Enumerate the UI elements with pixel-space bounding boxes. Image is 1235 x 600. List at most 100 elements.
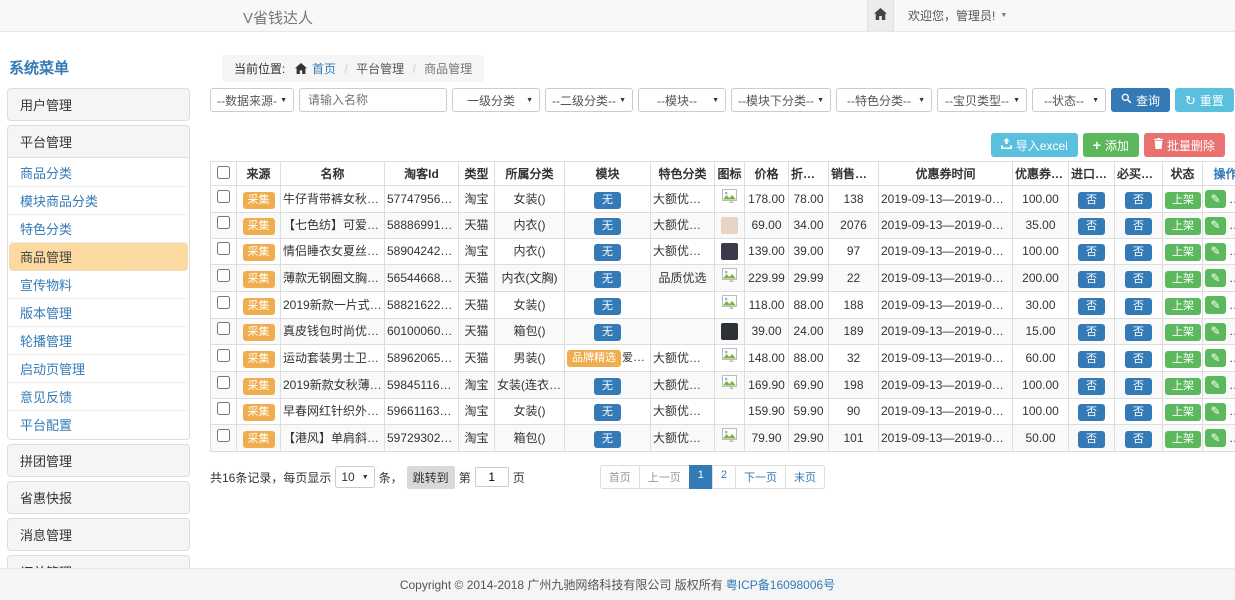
status-toggle[interactable]: 上架	[1165, 218, 1201, 235]
sidebar-item[interactable]: 宣传物料	[9, 271, 188, 299]
sidebar-menu-heading[interactable]: 平台管理	[7, 125, 190, 158]
must-buy-toggle[interactable]: 否	[1125, 192, 1152, 209]
name-search-input[interactable]	[299, 88, 447, 112]
row-checkbox[interactable]	[217, 402, 230, 415]
status-toggle[interactable]: 上架	[1165, 244, 1201, 261]
page-button[interactable]: 2	[712, 465, 736, 489]
sidebar-item[interactable]: 版本管理	[9, 299, 188, 327]
row-checkbox[interactable]	[217, 376, 230, 389]
module-badge[interactable]: 无	[594, 298, 621, 315]
import-select-toggle[interactable]: 否	[1078, 431, 1105, 448]
page-button[interactable]: 1	[689, 465, 713, 489]
per-page-select[interactable]: 10 ▼	[335, 466, 374, 488]
import-excel-button[interactable]: 导入excel	[991, 133, 1078, 157]
edit-button[interactable]: ✎	[1205, 323, 1226, 341]
filter-select-4[interactable]: --模块下分类--▼	[731, 88, 831, 112]
edit-button[interactable]: ✎	[1205, 296, 1226, 314]
icp-link[interactable]: 粤ICP备16098006号	[726, 576, 835, 593]
row-checkbox[interactable]	[217, 322, 230, 335]
must-buy-toggle[interactable]: 否	[1125, 431, 1152, 448]
import-select-toggle[interactable]: 否	[1078, 218, 1105, 235]
must-buy-toggle[interactable]: 否	[1125, 324, 1152, 341]
edit-button[interactable]: ✎	[1205, 349, 1226, 367]
row-checkbox[interactable]	[217, 269, 230, 282]
sidebar-item[interactable]: 启动页管理	[9, 355, 188, 383]
module-badge[interactable]: 无	[594, 431, 621, 448]
import-select-toggle[interactable]: 否	[1078, 404, 1105, 421]
must-buy-toggle[interactable]: 否	[1125, 404, 1152, 421]
import-select-toggle[interactable]: 否	[1078, 298, 1105, 315]
module-badge[interactable]: 无	[594, 244, 621, 261]
must-buy-toggle[interactable]: 否	[1125, 244, 1152, 261]
row-checkbox[interactable]	[217, 296, 230, 309]
sidebar-item[interactable]: 特色分类	[9, 215, 188, 243]
edit-button[interactable]: ✎	[1205, 243, 1226, 261]
row-checkbox[interactable]	[217, 242, 230, 255]
breadcrumb-home-link[interactable]: 首页	[312, 62, 336, 76]
edit-button[interactable]: ✎	[1205, 217, 1226, 235]
reset-button[interactable]: ↻ 重置	[1175, 88, 1234, 112]
module-badge[interactable]: 无	[594, 192, 621, 209]
page-button[interactable]: 上一页	[639, 465, 690, 489]
status-toggle[interactable]: 上架	[1165, 192, 1201, 209]
import-select-toggle[interactable]: 否	[1078, 324, 1105, 341]
edit-button[interactable]: ✎	[1205, 429, 1226, 447]
batch-delete-button[interactable]: 批量删除	[1144, 133, 1225, 157]
sidebar-item[interactable]: 商品分类	[9, 159, 188, 187]
must-buy-toggle[interactable]: 否	[1125, 351, 1152, 368]
filter-select-5[interactable]: --特色分类--▼	[836, 88, 932, 112]
filter-select-2[interactable]: --二级分类--▼	[545, 88, 633, 112]
module-badge[interactable]: 无	[594, 404, 621, 421]
sidebar-menu-heading[interactable]: 拼团管理	[7, 444, 190, 477]
sidebar-item[interactable]: 模块商品分类	[9, 187, 188, 215]
user-menu[interactable]: 欢迎您，管理员! ▼	[908, 7, 1007, 24]
sidebar-menu-heading[interactable]: 省惠快报	[7, 481, 190, 514]
import-select-toggle[interactable]: 否	[1078, 378, 1105, 395]
module-badge[interactable]: 无	[594, 271, 621, 288]
filter-select-1[interactable]: 一级分类▼	[452, 88, 540, 112]
row-checkbox[interactable]	[217, 429, 230, 442]
import-select-toggle[interactable]: 否	[1078, 244, 1105, 261]
module-badge[interactable]: 无	[594, 324, 621, 341]
must-buy-toggle[interactable]: 否	[1125, 218, 1152, 235]
edit-button[interactable]: ✎	[1205, 376, 1226, 394]
jump-page-input[interactable]	[475, 467, 509, 487]
module-badge[interactable]: 无	[594, 378, 621, 395]
page-button[interactable]: 下一页	[735, 465, 786, 489]
module-badge[interactable]: 无	[594, 218, 621, 235]
sidebar-item[interactable]: 平台配置	[9, 411, 188, 438]
must-buy-toggle[interactable]: 否	[1125, 378, 1152, 395]
status-toggle[interactable]: 上架	[1165, 431, 1201, 448]
import-select-toggle[interactable]: 否	[1078, 192, 1105, 209]
jump-button[interactable]: 跳转到	[407, 466, 455, 489]
home-button[interactable]	[867, 0, 894, 31]
must-buy-toggle[interactable]: 否	[1125, 271, 1152, 288]
edit-button[interactable]: ✎	[1205, 269, 1226, 287]
edit-button[interactable]: ✎	[1205, 403, 1226, 421]
sidebar-menu-heading[interactable]: 消息管理	[7, 518, 190, 551]
sidebar-item[interactable]: 轮播管理	[9, 327, 188, 355]
edit-button[interactable]: ✎	[1205, 190, 1226, 208]
row-checkbox[interactable]	[217, 349, 230, 362]
status-toggle[interactable]: 上架	[1165, 351, 1201, 368]
page-button[interactable]: 首页	[600, 465, 640, 489]
add-button[interactable]: + 添加	[1083, 133, 1139, 157]
filter-select-6[interactable]: --宝贝类型--▼	[937, 88, 1027, 112]
page-button[interactable]: 末页	[785, 465, 825, 489]
filter-select-0[interactable]: --数据来源--▼	[210, 88, 294, 112]
status-toggle[interactable]: 上架	[1165, 298, 1201, 315]
filter-select-3[interactable]: --模块--▼	[638, 88, 726, 112]
search-button[interactable]: 查询	[1111, 88, 1170, 112]
status-toggle[interactable]: 上架	[1165, 271, 1201, 288]
sidebar-item[interactable]: 意见反馈	[9, 383, 188, 411]
sidebar-menu-heading[interactable]: 用户管理	[7, 88, 190, 121]
status-toggle[interactable]: 上架	[1165, 324, 1201, 341]
import-select-toggle[interactable]: 否	[1078, 271, 1105, 288]
module-badge[interactable]: 品牌精选	[567, 350, 621, 367]
row-checkbox[interactable]	[217, 190, 230, 203]
sidebar-item[interactable]: 商品管理	[9, 243, 188, 271]
filter-select-7[interactable]: --状态--▼	[1032, 88, 1106, 112]
status-toggle[interactable]: 上架	[1165, 378, 1201, 395]
row-checkbox[interactable]	[217, 216, 230, 229]
select-all-checkbox[interactable]	[217, 166, 230, 179]
